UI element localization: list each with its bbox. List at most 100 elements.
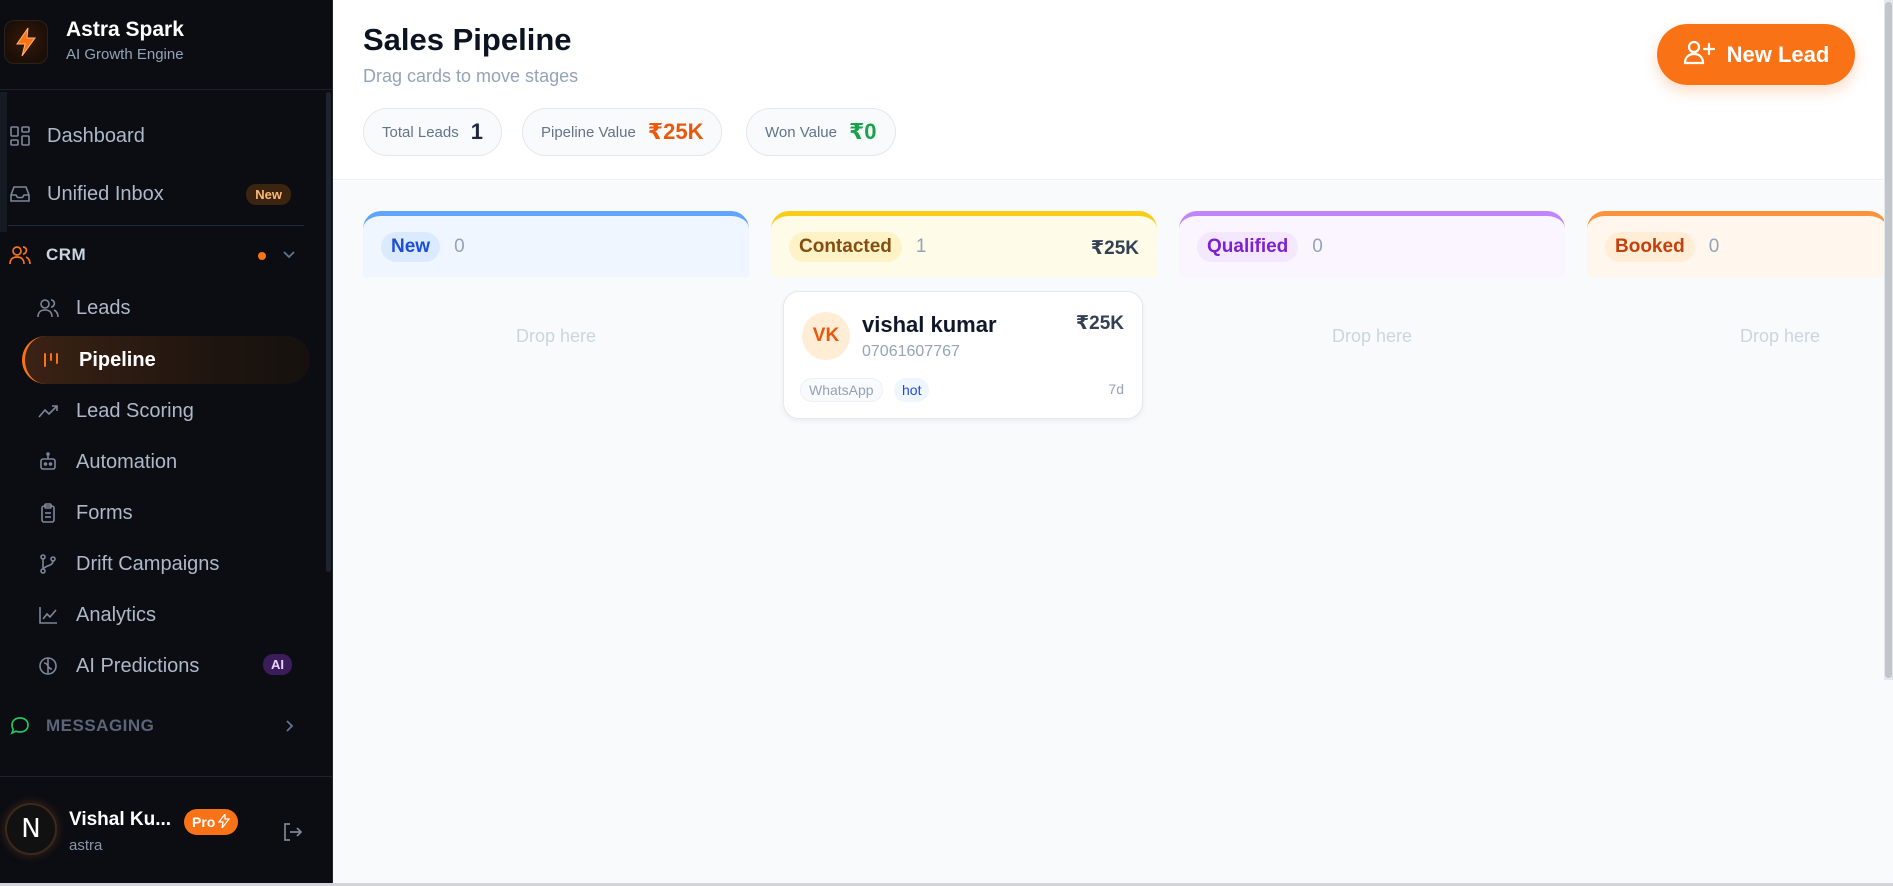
nav-item-label: Unified Inbox xyxy=(47,182,164,205)
page-subtitle: Drag cards to move stages xyxy=(363,66,579,86)
stage-count: 0 xyxy=(1312,235,1323,257)
line-chart-icon xyxy=(36,603,60,627)
lead-name: vishal kumar xyxy=(862,312,997,337)
avatar[interactable]: N xyxy=(5,803,57,855)
sidebar: Astra Spark AI Growth Engine Dashboard U… xyxy=(0,0,333,886)
sidebar-scrollbar[interactable] xyxy=(326,92,331,572)
stage-name: New xyxy=(381,231,441,262)
stat-label: Pipeline Value xyxy=(541,123,636,141)
sidebar-item-pipeline[interactable]: Pipeline xyxy=(22,336,310,384)
sidebar-edge xyxy=(0,92,7,232)
stat-won-value: Won Value ₹0 xyxy=(746,108,896,156)
sidebar-item-ai-predictions[interactable]: AI Predictions AI xyxy=(22,642,310,690)
trending-up-icon xyxy=(36,399,60,423)
inbox-icon xyxy=(8,182,32,206)
nav-item-unified-inbox[interactable]: Unified Inbox New xyxy=(8,171,313,217)
pipeline-icon xyxy=(39,348,63,372)
drop-zone-text: Drop here xyxy=(1739,326,1821,346)
brain-icon xyxy=(36,654,60,678)
stage-header: Booked 0 xyxy=(1587,211,1887,277)
user-plus-icon xyxy=(1683,39,1715,71)
sidebar-item-label: Leads xyxy=(76,296,131,319)
chevron-right-icon[interactable] xyxy=(280,717,298,740)
clipboard-icon xyxy=(36,501,60,525)
stage-header: Contacted 1 ₹25K xyxy=(771,211,1157,277)
sidebar-item-lead-scoring[interactable]: Lead Scoring xyxy=(22,387,310,435)
sidebar-item-automation[interactable]: Automation xyxy=(22,438,310,486)
stage-count: 1 xyxy=(915,235,927,257)
sidebar-item-label: Pipeline xyxy=(79,348,156,371)
users-icon xyxy=(36,296,60,320)
stat-label: Won Value xyxy=(765,123,837,141)
sidebar-item-forms[interactable]: Forms xyxy=(22,489,310,537)
new-badge: New xyxy=(246,184,291,205)
sidebar-item-label: Automation xyxy=(76,450,178,473)
lightning-icon xyxy=(218,811,231,831)
temperature-tag: hot xyxy=(894,378,930,402)
ai-badge: AI xyxy=(263,654,292,675)
section-crm[interactable]: CRM xyxy=(8,235,313,275)
lead-value: ₹25K xyxy=(1075,313,1124,334)
stat-total-leads: Total Leads 1 xyxy=(363,108,502,156)
stage-name: Qualified xyxy=(1197,231,1299,262)
stage-column-contacted[interactable]: Contacted 1 ₹25K VK vishal kumar 0706160… xyxy=(771,211,1157,851)
lead-card[interactable]: VK vishal kumar 07061607767 ₹25K WhatsAp… xyxy=(783,291,1143,419)
plan-badge: Pro xyxy=(184,809,239,835)
sidebar-divider xyxy=(8,225,304,226)
section-label: CRM xyxy=(46,245,87,264)
user-name: Vishal Ku... xyxy=(69,809,172,830)
stat-pipeline-value: Pipeline Value ₹25K xyxy=(522,108,723,156)
sidebar-item-label: Lead Scoring xyxy=(76,399,194,422)
user-handle: astra xyxy=(69,837,103,854)
stat-value: 1 xyxy=(470,119,483,144)
brand-subtitle: AI Growth Engine xyxy=(66,46,184,63)
new-lead-label: New Lead xyxy=(1726,41,1830,67)
stage-column-new[interactable]: New 0 Drop here xyxy=(363,211,749,851)
stat-value: ₹25K xyxy=(647,119,704,144)
brand-name: Astra Spark xyxy=(66,18,184,41)
pipeline-board: New 0 Drop here Contacted 1 ₹25K VK vish… xyxy=(333,181,1893,886)
users-icon xyxy=(8,243,32,267)
sidebar-item-label: Forms xyxy=(76,501,133,524)
bot-icon xyxy=(36,450,60,474)
sidebar-item-leads[interactable]: Leads xyxy=(22,284,310,332)
stage-column-qualified[interactable]: Qualified 0 Drop here xyxy=(1179,211,1565,851)
drop-zone-text: Drop here xyxy=(515,326,597,346)
stage-value: ₹25K xyxy=(1090,238,1139,259)
plan-label: Pro xyxy=(192,814,216,830)
lead-phone: 07061607767 xyxy=(862,343,960,360)
sidebar-item-drift-campaigns[interactable]: Drift Campaigns xyxy=(22,540,310,588)
stage-column-booked[interactable]: Booked 0 Drop here xyxy=(1587,211,1887,851)
new-lead-button[interactable]: New Lead xyxy=(1657,24,1855,85)
section-label: MESSAGING xyxy=(46,716,155,735)
brand-header: Astra Spark AI Growth Engine xyxy=(0,0,333,90)
page-title: Sales Pipeline xyxy=(363,22,572,57)
stat-value: ₹0 xyxy=(849,119,877,144)
git-branch-icon xyxy=(36,552,60,576)
sidebar-item-label: Analytics xyxy=(76,603,157,626)
lightning-logo-icon[interactable] xyxy=(4,20,48,64)
sidebar-item-label: AI Predictions xyxy=(76,654,200,677)
stage-header: New 0 xyxy=(363,211,749,277)
stage-count: 0 xyxy=(1708,235,1720,257)
nav-item-label: Dashboard xyxy=(47,124,145,147)
logout-icon[interactable] xyxy=(281,821,303,848)
stage-name: Contacted xyxy=(789,231,902,262)
stage-name: Booked xyxy=(1605,231,1695,262)
nav-item-dashboard[interactable]: Dashboard xyxy=(8,113,313,159)
main-content: Sales Pipeline Drag cards to move stages… xyxy=(333,0,1893,886)
stage-count: 0 xyxy=(454,235,465,257)
lead-age: 7d xyxy=(1108,381,1124,397)
scrollbar-thumb[interactable] xyxy=(1885,2,1892,678)
chevron-down-icon[interactable] xyxy=(280,245,298,268)
sidebar-item-analytics[interactable]: Analytics xyxy=(22,591,310,639)
user-profile: N Vishal Ku... astra Pro xyxy=(0,776,333,886)
chat-icon xyxy=(8,714,32,738)
source-tag: WhatsApp xyxy=(800,378,883,402)
stat-label: Total Leads xyxy=(382,123,459,141)
dashboard-icon xyxy=(8,124,32,148)
section-messaging[interactable]: MESSAGING xyxy=(8,706,313,746)
page-header: Sales Pipeline Drag cards to move stages… xyxy=(333,0,1893,180)
drop-zone-text: Drop here xyxy=(1331,326,1413,346)
stage-header: Qualified 0 xyxy=(1179,211,1565,277)
